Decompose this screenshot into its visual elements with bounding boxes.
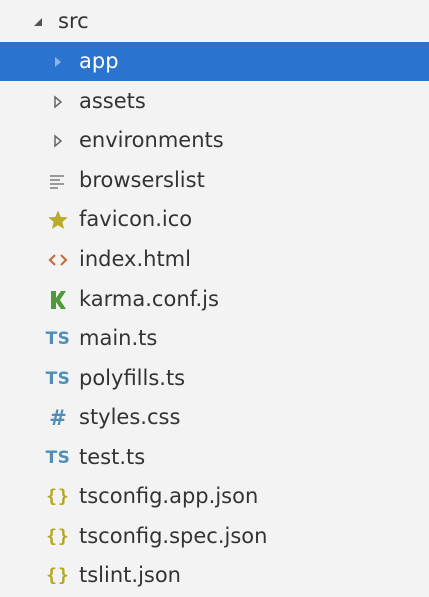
tree-item-main-ts[interactable]: TS main.ts [0,319,429,358]
tree-item-label: test.ts [79,445,146,469]
tree-item-app[interactable]: app [0,42,429,81]
tree-item-label: polyfills.ts [79,366,186,390]
chevron-right-icon[interactable] [44,121,72,160]
tree-item-browserslist[interactable]: browserslist [0,161,429,200]
tree-item-label: browserslist [79,168,205,192]
karma-icon [44,280,72,319]
tree-item-index-html[interactable]: index.html [0,240,429,279]
json-braces-icon: {} [46,486,70,507]
tree-item-assets[interactable]: assets [0,82,429,121]
json-braces-icon: {} [46,526,70,547]
chevron-expanded-icon[interactable] [26,2,50,41]
tree-item-tslint-json[interactable]: {} tslint.json [0,556,429,595]
tree-item-label: tsconfig.spec.json [79,524,268,548]
typescript-icon: TS [45,447,71,468]
tree-item-label: tslint.json [79,563,181,587]
typescript-icon: TS [45,368,71,389]
tree-item-label: favicon.ico [79,207,193,231]
tree-item-tsconfig-spec-json[interactable]: {} tsconfig.spec.json [0,517,429,556]
tree-root-label: src [58,9,89,33]
json-braces-icon: {} [46,565,70,586]
html-code-icon [44,240,72,279]
tree-item-label: app [79,49,119,73]
tree-item-label: assets [79,89,146,113]
typescript-icon: TS [45,328,71,349]
tree-item-label: index.html [79,247,191,271]
star-icon [44,200,72,239]
tree-item-label: environments [79,128,224,152]
chevron-right-icon[interactable] [44,42,72,81]
tree-item-tsconfig-app-json[interactable]: {} tsconfig.app.json [0,477,429,516]
tree-item-karma-conf[interactable]: karma.conf.js [0,280,429,319]
tree-item-favicon[interactable]: favicon.ico [0,200,429,239]
tree-item-styles-css[interactable]: # styles.css [0,398,429,437]
file-explorer-tree: src app assets environments browserslist… [0,0,429,597]
tree-item-test-ts[interactable]: TS test.ts [0,438,429,477]
tree-item-label: styles.css [79,405,181,429]
tree-item-environments[interactable]: environments [0,121,429,160]
tree-item-label: karma.conf.js [79,287,219,311]
tree-root-src[interactable]: src [0,2,429,41]
chevron-right-icon[interactable] [44,82,72,121]
tree-item-polyfills-ts[interactable]: TS polyfills.ts [0,359,429,398]
tree-item-label: main.ts [79,326,158,350]
tree-item-label: tsconfig.app.json [79,484,259,508]
css-hash-icon: # [49,405,67,430]
text-lines-icon [44,161,72,200]
